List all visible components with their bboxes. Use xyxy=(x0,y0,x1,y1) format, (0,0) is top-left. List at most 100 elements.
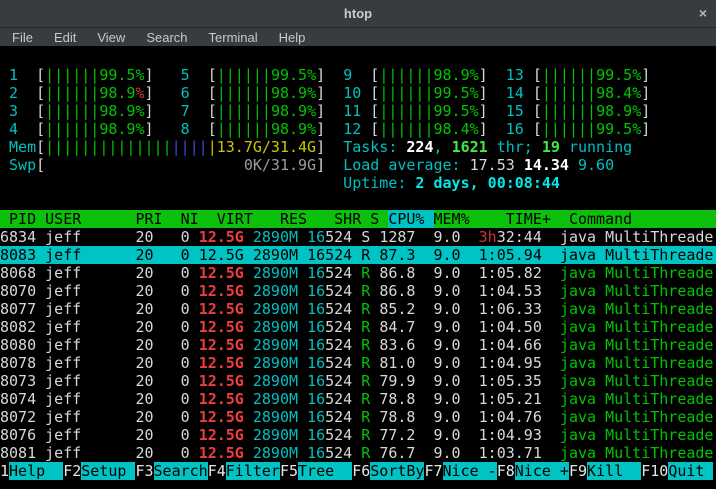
spacer xyxy=(36,228,45,246)
spacer xyxy=(190,228,199,246)
spacer xyxy=(542,354,560,372)
process-state: R xyxy=(361,372,370,390)
column-header-pid[interactable]: PID xyxy=(0,210,36,228)
process-row-6834[interactable]: 6834 jeff 20 0 12.5G 2890M 16524 S 1287 … xyxy=(0,228,716,246)
menu-item-search[interactable]: Search xyxy=(136,30,198,45)
menu-item-terminal[interactable]: Terminal xyxy=(199,30,269,45)
fn-button-sortby[interactable]: F6SortBy xyxy=(352,462,424,480)
spacer xyxy=(470,228,479,246)
tasks-info: running xyxy=(560,138,632,156)
menu-item-edit[interactable]: Edit xyxy=(44,30,87,45)
meter-open-bracket: [ xyxy=(524,66,542,84)
fn-button-filter[interactable]: F4Filter xyxy=(208,462,280,480)
spacer xyxy=(352,282,361,300)
fn-button-nice-minus[interactable]: F7Nice - xyxy=(424,462,496,480)
process-time: 1:04.53 xyxy=(479,282,542,300)
percent-sign: % xyxy=(470,102,479,120)
spacer xyxy=(190,372,199,390)
process-state: R xyxy=(361,390,370,408)
meter-close-bracket: ] xyxy=(479,120,488,138)
spacer xyxy=(551,210,569,228)
meter-open-bracket: [ xyxy=(361,102,379,120)
spacer xyxy=(190,444,199,462)
process-row-8070[interactable]: 8070 jeff 20 0 12.5G 2890M 16524 R 86.8 … xyxy=(0,282,716,300)
meter-close-bracket: ] xyxy=(316,84,325,102)
column-header-cpu[interactable]: CPU% xyxy=(388,210,433,228)
process-user: jeff xyxy=(45,336,126,354)
fn-button-search[interactable]: F3Search xyxy=(135,462,207,480)
cpu-percent-value: 99.5 xyxy=(596,120,632,138)
process-row-8080[interactable]: 8080 jeff 20 0 12.5G 2890M 16524 R 83.6 … xyxy=(0,336,716,354)
spacer xyxy=(244,300,253,318)
process-row-8076[interactable]: 8076 jeff 20 0 12.5G 2890M 16524 R 77.2 … xyxy=(0,426,716,444)
process-row-8081[interactable]: 8081 jeff 20 0 12.5G 2890M 16524 R 76.7 … xyxy=(0,444,716,462)
process-row-8082[interactable]: 8082 jeff 20 0 12.5G 2890M 16524 R 84.7 … xyxy=(0,318,716,336)
fn-button-setup[interactable]: F2Setup xyxy=(63,462,135,480)
fn-button-tree[interactable]: F5Tree xyxy=(280,462,352,480)
cpu-percent-value: 99.5 xyxy=(271,66,307,84)
load-average-info: 14.34 xyxy=(524,156,578,174)
process-res: 2890M xyxy=(253,300,298,318)
meter-open-bracket: [ xyxy=(361,66,379,84)
process-state: R xyxy=(361,354,370,372)
spacer xyxy=(370,390,379,408)
process-priority: 20 xyxy=(126,264,153,282)
process-row-8072[interactable]: 8072 jeff 20 0 12.5G 2890M 16524 R 78.8 … xyxy=(0,408,716,426)
column-header-virt[interactable]: VIRT xyxy=(208,210,253,228)
column-header-shr[interactable]: SHR xyxy=(316,210,361,228)
column-header-s[interactable]: S xyxy=(370,210,379,228)
process-row-8068[interactable]: 8068 jeff 20 0 12.5G 2890M 16524 R 86.8 … xyxy=(0,264,716,282)
cpu-percent-value: 98.9 xyxy=(434,66,470,84)
meter-open-bracket: [ xyxy=(199,84,217,102)
process-row-8074[interactable]: 8074 jeff 20 0 12.5G 2890M 16524 R 78.8 … xyxy=(0,390,716,408)
meter-open-bracket: [ xyxy=(27,102,45,120)
column-header-user[interactable]: USER xyxy=(45,210,126,228)
process-row-8078[interactable]: 8078 jeff 20 0 12.5G 2890M 16524 R 81.0 … xyxy=(0,354,716,372)
close-icon[interactable]: × xyxy=(699,5,707,21)
menu-item-view[interactable]: View xyxy=(87,30,136,45)
fn-button-kill[interactable]: F9Kill xyxy=(569,462,641,480)
spacer xyxy=(307,210,316,228)
column-header-time[interactable]: TIME+ xyxy=(479,210,551,228)
uptime-info: Uptime: xyxy=(343,174,415,192)
blank-line xyxy=(0,48,716,66)
process-virt: 12.5G xyxy=(199,426,244,444)
meter-close-bracket: ] xyxy=(316,102,325,120)
spacer xyxy=(190,318,199,336)
process-user: jeff xyxy=(45,444,126,462)
fn-button-nice-plus[interactable]: F8Nice + xyxy=(497,462,569,480)
column-header-pri[interactable]: PRI xyxy=(135,210,162,228)
column-header-ni[interactable]: NI xyxy=(172,210,199,228)
fn-button-quit[interactable]: F10Quit xyxy=(641,462,713,480)
percent-sign: % xyxy=(135,102,144,120)
process-mem-percent: 9.0 xyxy=(424,264,460,282)
process-time: 1:03.71 xyxy=(479,444,542,462)
cpu-bar: |||||| xyxy=(45,84,99,102)
spacer xyxy=(370,282,379,300)
spacer xyxy=(542,282,560,300)
column-header-command[interactable]: Command xyxy=(569,210,716,228)
process-command: java MultiThreade xyxy=(560,246,714,264)
fn-button-help[interactable]: 1Help xyxy=(0,462,63,480)
process-row-8083[interactable]: 8083 jeff 20 0 12.5G 2890M 16524 R 87.3 … xyxy=(0,246,716,264)
spacer xyxy=(542,390,560,408)
process-pid: 8081 xyxy=(0,444,36,462)
spacer xyxy=(36,372,45,390)
process-row-8077[interactable]: 8077 jeff 20 0 12.5G 2890M 16524 R 85.2 … xyxy=(0,300,716,318)
spacer xyxy=(370,426,379,444)
process-res: 2890M xyxy=(253,444,298,462)
meter-close-bracket: ] xyxy=(641,66,650,84)
menu-item-file[interactable]: File xyxy=(2,30,44,45)
process-priority: 20 xyxy=(126,318,153,336)
column-header-mem[interactable]: MEM% xyxy=(434,210,470,228)
spacer xyxy=(36,300,45,318)
process-command: java MultiThreade xyxy=(560,354,714,372)
spacer xyxy=(370,300,379,318)
process-res: 2890M xyxy=(253,408,298,426)
cpu-bar: |||||| xyxy=(45,102,99,120)
process-row-8073[interactable]: 8073 jeff 20 0 12.5G 2890M 16524 R 79.9 … xyxy=(0,372,716,390)
column-header-res[interactable]: RES xyxy=(262,210,307,228)
spacer xyxy=(244,390,253,408)
spacer xyxy=(190,390,199,408)
menu-item-help[interactable]: Help xyxy=(269,30,317,45)
